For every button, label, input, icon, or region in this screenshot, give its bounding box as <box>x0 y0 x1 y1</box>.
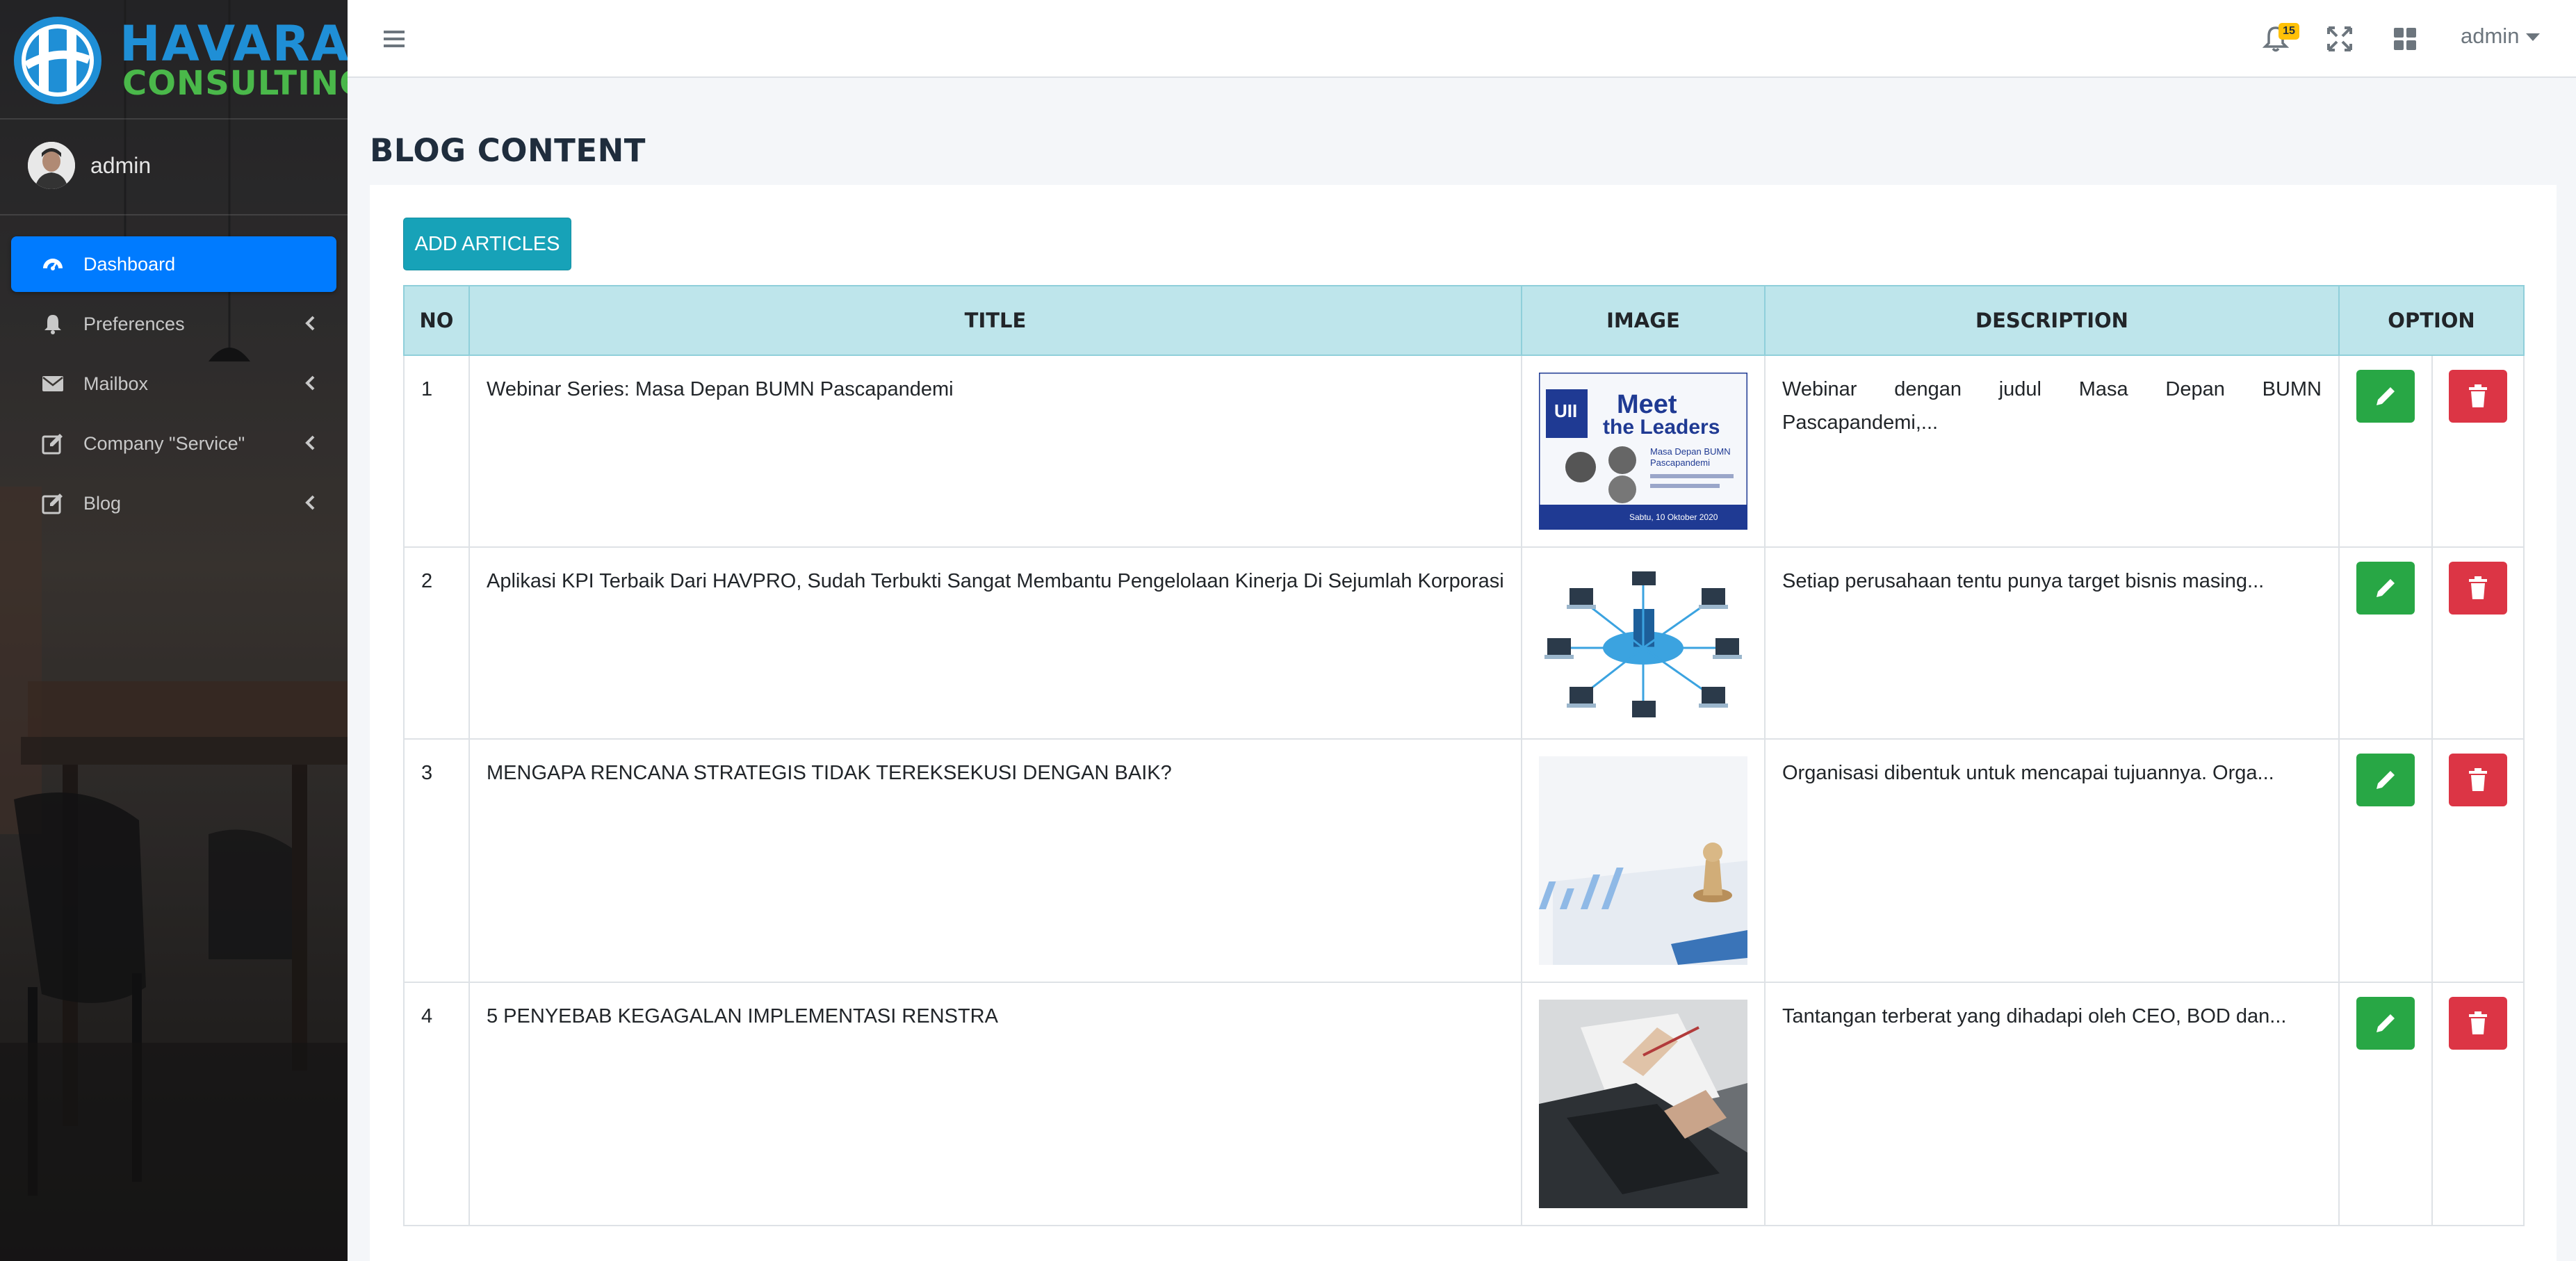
row-number: 4 <box>403 982 470 1226</box>
column-header-title: TITLE <box>468 285 1522 356</box>
poster-subtitle: Pascapandemi <box>1650 457 1710 468</box>
table-row: 4 5 PENYEBAB KEGAGALAN IMPLEMENTASI RENS… <box>403 982 2525 1226</box>
row-delete-cell <box>2431 355 2525 548</box>
pencil-icon <box>2377 771 2395 789</box>
pencil-icon <box>2377 1014 2395 1032</box>
pencil-icon <box>2377 387 2395 405</box>
add-articles-button[interactable]: ADD ARTICLES <box>403 218 571 270</box>
delete-button[interactable] <box>2449 997 2507 1050</box>
avatar[interactable] <box>28 142 75 189</box>
sidebar-item-preferences[interactable]: Preferences <box>11 296 336 352</box>
edit-button[interactable] <box>2356 562 2415 615</box>
table-row: 3 MENGAPA RENCANA STRATEGIS TIDAK TEREKS… <box>403 738 2525 983</box>
row-description: Tantangan terberat yang dihadapi oleh CE… <box>1764 982 2340 1226</box>
sidebar-user-name[interactable]: admin <box>90 153 151 179</box>
notification-badge: 15 <box>2279 23 2299 40</box>
edit-button[interactable] <box>2356 997 2415 1050</box>
poster-title: the Leaders <box>1603 416 1720 439</box>
brand-subtitle: CONSULTING <box>122 64 348 103</box>
row-title: Aplikasi KPI Terbaik Dari HAVPRO, Sudah … <box>468 546 1522 740</box>
poster-subtitle: Masa Depan BUMN <box>1650 446 1731 457</box>
row-number: 1 <box>403 355 470 548</box>
caret-down-icon[interactable] <box>2526 33 2540 41</box>
sidebar-item-label: Company "Service" <box>83 432 245 454</box>
sidebar-item-company-service[interactable]: Company "Service" <box>11 416 336 471</box>
pencil-icon <box>2377 579 2395 597</box>
tachometer-icon <box>39 250 67 278</box>
delete-button[interactable] <box>2449 754 2507 806</box>
article-thumbnail[interactable] <box>1539 1000 1747 1208</box>
page-title: BLOG CONTENT <box>370 132 646 169</box>
article-thumbnail[interactable] <box>1539 564 1747 722</box>
user-panel[interactable]: admin <box>0 121 348 215</box>
row-edit-cell <box>2338 355 2433 548</box>
poster-title: Meet <box>1617 390 1677 419</box>
row-title: Webinar Series: Masa Depan BUMN Pascapan… <box>468 355 1522 548</box>
article-thumbnail[interactable] <box>1539 756 1747 965</box>
envelope-icon <box>39 370 67 398</box>
expand-icon[interactable] <box>2324 24 2355 54</box>
sidebar-item-label: Dashboard <box>83 253 176 275</box>
trash-icon <box>2469 384 2487 407</box>
user-menu[interactable]: admin <box>2461 24 2519 49</box>
row-edit-cell <box>2338 546 2433 740</box>
edit-icon <box>39 430 67 457</box>
column-header-image: IMAGE <box>1521 285 1766 356</box>
havara-logo-icon <box>14 17 101 104</box>
row-image-cell: UII Meet the Leaders Masa Depan BUMN Pas… <box>1521 355 1766 548</box>
table-header-row: NO TITLE IMAGE DESCRIPTION OPTION <box>403 285 2525 356</box>
sidebar-item-mailbox[interactable]: Mailbox <box>11 356 336 412</box>
sidebar-nav: Dashboard Preferences Mailbox Company "S… <box>11 236 336 535</box>
sidebar-item-dashboard[interactable]: Dashboard <box>11 236 336 292</box>
edit-button[interactable] <box>2356 370 2415 423</box>
poster-date: Sabtu, 10 Oktober 2020 <box>1629 512 1718 522</box>
row-description: Setiap perusahaan tentu punya target bis… <box>1764 546 2340 740</box>
row-description: Organisasi dibentuk untuk mencapai tujua… <box>1764 738 2340 983</box>
edit-button[interactable] <box>2356 754 2415 806</box>
column-header-no: NO <box>403 285 470 356</box>
row-delete-cell <box>2431 982 2525 1226</box>
delete-button[interactable] <box>2449 562 2507 615</box>
row-title: MENGAPA RENCANA STRATEGIS TIDAK TEREKSEK… <box>468 738 1522 983</box>
chevron-left-icon <box>305 495 315 510</box>
svg-text:UII: UII <box>1554 400 1577 421</box>
sidebar-item-label: Blog <box>83 492 122 514</box>
row-delete-cell <box>2431 546 2525 740</box>
chevron-left-icon <box>305 316 315 331</box>
row-number: 2 <box>403 546 470 740</box>
row-edit-cell <box>2338 738 2433 983</box>
row-edit-cell <box>2338 982 2433 1226</box>
row-delete-cell <box>2431 738 2525 983</box>
table-row: 1 Webinar Series: Masa Depan BUMN Pascap… <box>403 355 2525 548</box>
trash-icon <box>2469 576 2487 599</box>
row-description: Webinar dengan judul Masa Depan BUMN Pas… <box>1764 355 2340 548</box>
chevron-left-icon <box>305 375 315 391</box>
row-number: 3 <box>403 738 470 983</box>
row-image-cell <box>1521 738 1766 983</box>
column-header-description: DESCRIPTION <box>1764 285 2340 356</box>
delete-button[interactable] <box>2449 370 2507 423</box>
brand[interactable]: HAVARA CONSULTING <box>0 0 348 120</box>
row-title: 5 PENYEBAB KEGAGALAN IMPLEMENTASI RENSTR… <box>468 982 1522 1226</box>
menu-icon[interactable] <box>381 25 409 53</box>
user-avatar-icon <box>28 142 75 189</box>
trash-icon <box>2469 1011 2487 1034</box>
article-thumbnail[interactable]: UII Meet the Leaders Masa Depan BUMN Pas… <box>1539 373 1747 530</box>
trash-icon <box>2469 768 2487 791</box>
sidebar-item-label: Mailbox <box>83 373 149 394</box>
bell-icon <box>39 310 67 338</box>
edit-icon <box>39 489 67 517</box>
brand-name: HAVARA <box>120 15 348 72</box>
grid-icon[interactable] <box>2390 24 2420 54</box>
table-row: 2 Aplikasi KPI Terbaik Dari HAVPRO, Suda… <box>403 546 2525 740</box>
sidebar-item-blog[interactable]: Blog <box>11 475 336 531</box>
row-image-cell <box>1521 546 1766 740</box>
blog-table: NO TITLE IMAGE DESCRIPTION OPTION 1 Webi… <box>403 285 2525 1226</box>
top-navbar <box>348 0 2576 78</box>
sidebar: HAVARA CONSULTING admin Dashboard Prefer… <box>0 0 348 1261</box>
sidebar-item-label: Preferences <box>83 313 185 334</box>
column-header-option: OPTION <box>2338 285 2525 356</box>
chevron-left-icon <box>305 435 315 450</box>
row-image-cell <box>1521 982 1766 1226</box>
